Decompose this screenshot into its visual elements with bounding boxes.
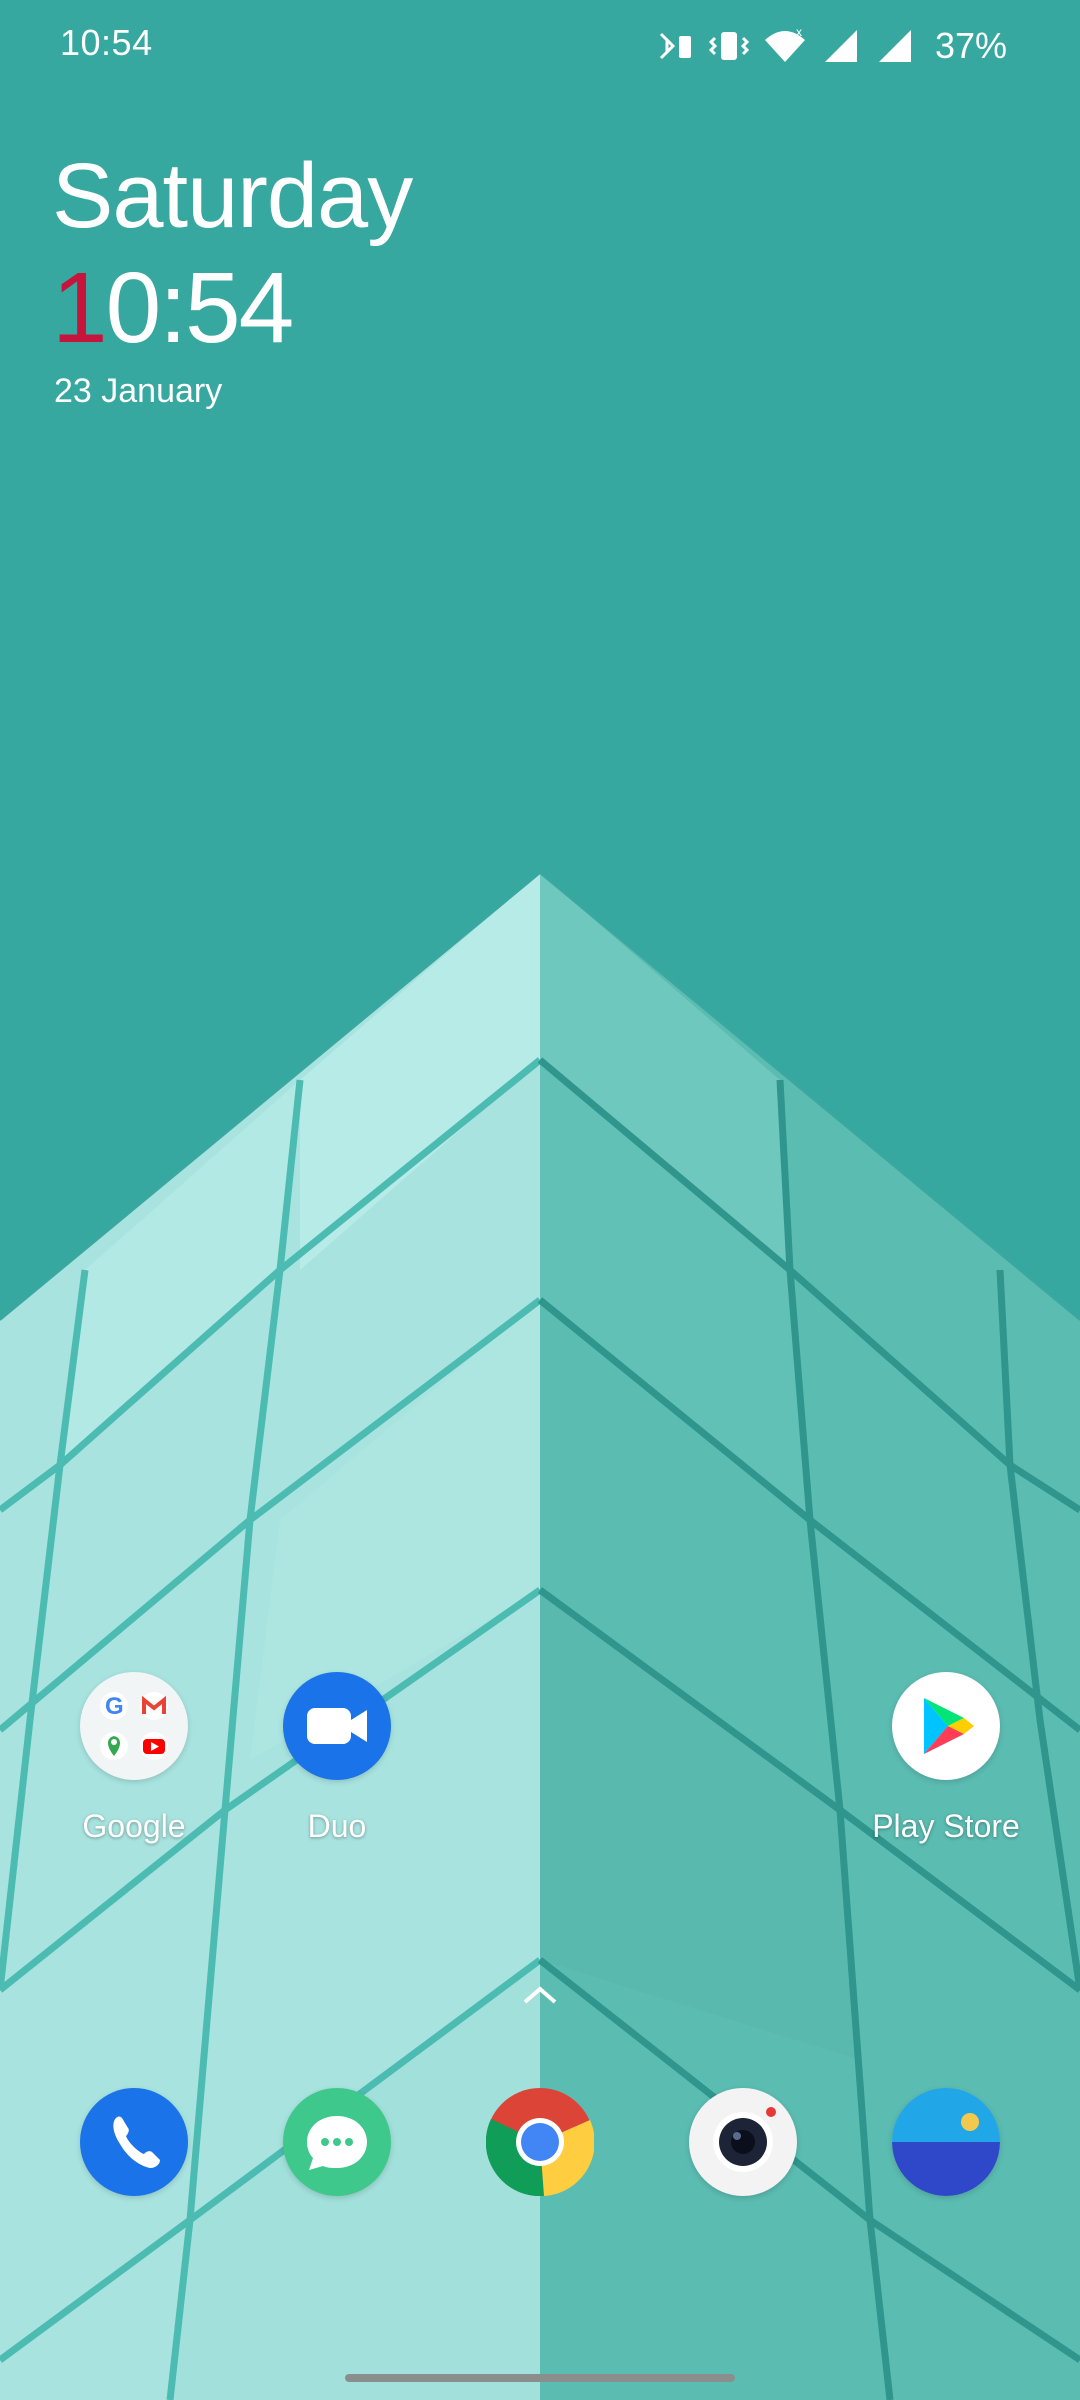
messages-icon[interactable] xyxy=(283,2088,391,2196)
battery-percentage: 37% xyxy=(934,25,1007,66)
google-folder-icon: G xyxy=(80,1672,188,1780)
svg-text:G: G xyxy=(105,1693,124,1720)
camera-icon[interactable] xyxy=(689,2088,797,2196)
home-screen: 10:54 x 37% Saturday 10:54 23 January G … xyxy=(0,0,1080,2400)
status-time: 10:54 xyxy=(60,22,153,63)
bluetooth-battery-icon xyxy=(659,32,691,60)
chrome-icon[interactable] xyxy=(485,2088,595,2197)
clock-time-accent: 1 xyxy=(52,252,108,364)
phone-icon[interactable] xyxy=(80,2088,188,2196)
duo-app[interactable]: Duo xyxy=(237,1672,437,1845)
gesture-bar[interactable] xyxy=(345,2374,735,2382)
google-folder-label: Google xyxy=(82,1808,186,1844)
signal-icon xyxy=(824,30,857,62)
duo-icon xyxy=(283,1672,391,1780)
duo-label: Duo xyxy=(307,1808,367,1844)
wifi-icon: x xyxy=(764,26,805,62)
play-store-app[interactable]: Play Store xyxy=(846,1672,1046,1845)
svg-text:x: x xyxy=(796,26,802,39)
clock-time-rest: 0:54 xyxy=(105,252,295,364)
google-folder[interactable]: G Google xyxy=(34,1672,234,1845)
gallery-icon[interactable] xyxy=(892,2088,1000,2196)
status-icons: x 37% xyxy=(641,22,1080,70)
play-store-label: Play Store xyxy=(872,1808,1020,1844)
status-bar: 10:54 x 37% xyxy=(0,0,1080,92)
clock-time[interactable]: 10:54 xyxy=(52,258,294,358)
chevron-up-icon[interactable] xyxy=(521,1984,559,2006)
play-store-icon xyxy=(892,1672,1000,1780)
vibrate-icon xyxy=(708,32,749,60)
clock-day[interactable]: Saturday xyxy=(52,150,413,242)
clock-date[interactable]: 23 January xyxy=(54,372,222,411)
signal-icon xyxy=(878,30,911,62)
